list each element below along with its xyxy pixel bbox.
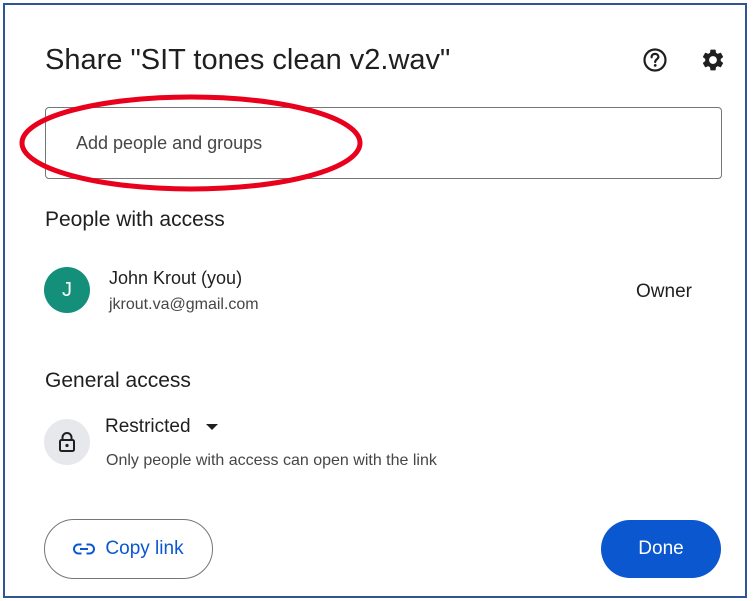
access-description: Only people with access can open with th…: [106, 452, 437, 469]
settings-button[interactable]: [699, 46, 727, 74]
general-access-heading: General access: [45, 369, 191, 392]
lock-icon: [59, 432, 75, 452]
access-level-label: Restricted: [105, 416, 191, 437]
copy-link-button[interactable]: Copy link: [44, 519, 213, 579]
dialog-title: Share "SIT tones clean v2.wav": [45, 44, 451, 76]
person-role: Owner: [636, 281, 692, 302]
add-people-input[interactable]: [45, 107, 722, 179]
lock-icon-circle: [44, 419, 90, 465]
people-with-access-heading: People with access: [45, 208, 225, 231]
person-email: jkrout.va@gmail.com: [109, 296, 259, 313]
copy-link-label: Copy link: [105, 538, 184, 559]
gear-icon: [702, 49, 724, 71]
link-icon: [73, 543, 96, 555]
avatar: J: [44, 267, 90, 313]
caret-down-icon: [205, 424, 218, 430]
person-name: John Krout (you): [109, 268, 243, 288]
general-access-dropdown[interactable]: Restricted: [105, 416, 219, 438]
share-dialog: Share "SIT tones clean v2.wav" People wi…: [6, 6, 746, 596]
done-button[interactable]: Done: [601, 520, 721, 578]
help-icon[interactable]: [641, 46, 669, 74]
help-circle-icon: [643, 48, 667, 72]
